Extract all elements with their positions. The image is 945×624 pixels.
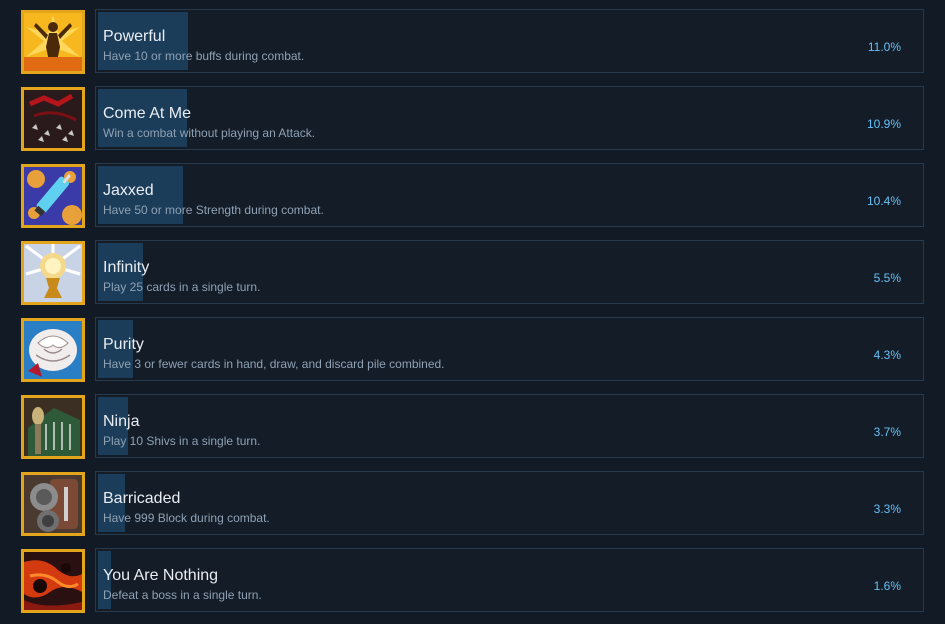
achievement-row[interactable]: You Are Nothing Defeat a boss in a singl… xyxy=(0,548,945,614)
achievement-description: Win a combat without playing an Attack. xyxy=(103,126,316,140)
ninja-icon xyxy=(21,395,85,459)
achievement-description: Have 10 or more buffs during combat. xyxy=(103,49,305,63)
unlock-percentage: 1.6% xyxy=(873,579,901,593)
purity-icon xyxy=(21,318,85,382)
come-at-me-icon xyxy=(21,87,85,151)
achievement-title: Ninja xyxy=(103,413,140,430)
achievement-panel: Purity Have 3 or fewer cards in hand, dr… xyxy=(95,317,924,381)
infinity-icon xyxy=(21,241,85,305)
achievement-row[interactable]: Infinity Play 25 cards in a single turn.… xyxy=(0,240,945,306)
barricaded-icon xyxy=(21,472,85,536)
achievement-description: Play 25 cards in a single turn. xyxy=(103,280,261,294)
achievement-panel: Barricaded Have 999 Block during combat.… xyxy=(95,471,924,535)
achievement-panel: Ninja Play 10 Shivs in a single turn. 3.… xyxy=(95,394,924,458)
achievement-panel: Infinity Play 25 cards in a single turn.… xyxy=(95,240,924,304)
unlock-percentage: 4.3% xyxy=(873,348,901,362)
achievement-title: Infinity xyxy=(103,259,150,276)
unlock-percentage: 5.5% xyxy=(873,271,901,285)
achievement-title: Powerful xyxy=(103,28,166,45)
achievement-title: You Are Nothing xyxy=(103,567,219,584)
achievement-title: Barricaded xyxy=(103,490,181,507)
achievement-title: Come At Me xyxy=(103,105,192,122)
achievement-panel: Powerful Have 10 or more buffs during co… xyxy=(95,9,924,73)
achievement-list: Powerful Have 10 or more buffs during co… xyxy=(0,0,945,624)
achievement-row[interactable]: Jaxxed Have 50 or more Strength during c… xyxy=(0,163,945,229)
you-are-nothing-icon xyxy=(21,549,85,613)
unlock-percentage: 3.7% xyxy=(873,425,901,439)
achievement-panel: Come At Me Win a combat without playing … xyxy=(95,86,924,150)
unlock-percentage: 10.4% xyxy=(866,194,901,208)
achievement-title: Purity xyxy=(103,336,144,353)
achievement-row[interactable]: Purity Have 3 or fewer cards in hand, dr… xyxy=(0,317,945,383)
achievement-panel: Jaxxed Have 50 or more Strength during c… xyxy=(95,163,924,227)
achievement-panel: You Are Nothing Defeat a boss in a singl… xyxy=(95,548,924,612)
achievement-row[interactable]: Ninja Play 10 Shivs in a single turn. 3.… xyxy=(0,394,945,460)
achievement-description: Defeat a boss in a single turn. xyxy=(103,588,262,602)
achievement-row[interactable]: Powerful Have 10 or more buffs during co… xyxy=(0,9,945,75)
achievement-description: Play 10 Shivs in a single turn. xyxy=(103,434,261,448)
jaxxed-icon xyxy=(21,164,85,228)
achievement-description: Have 3 or fewer cards in hand, draw, and… xyxy=(103,357,445,371)
achievement-row[interactable]: Come At Me Win a combat without playing … xyxy=(0,86,945,152)
achievement-description: Have 50 or more Strength during combat. xyxy=(103,203,324,217)
achievement-title: Jaxxed xyxy=(103,182,154,199)
achievement-row[interactable]: Barricaded Have 999 Block during combat.… xyxy=(0,471,945,537)
powerful-icon xyxy=(21,10,85,74)
unlock-percentage: 10.9% xyxy=(866,117,901,131)
unlock-percentage: 11.0% xyxy=(867,40,901,54)
achievement-description: Have 999 Block during combat. xyxy=(103,511,270,525)
unlock-percentage: 3.3% xyxy=(873,502,901,516)
